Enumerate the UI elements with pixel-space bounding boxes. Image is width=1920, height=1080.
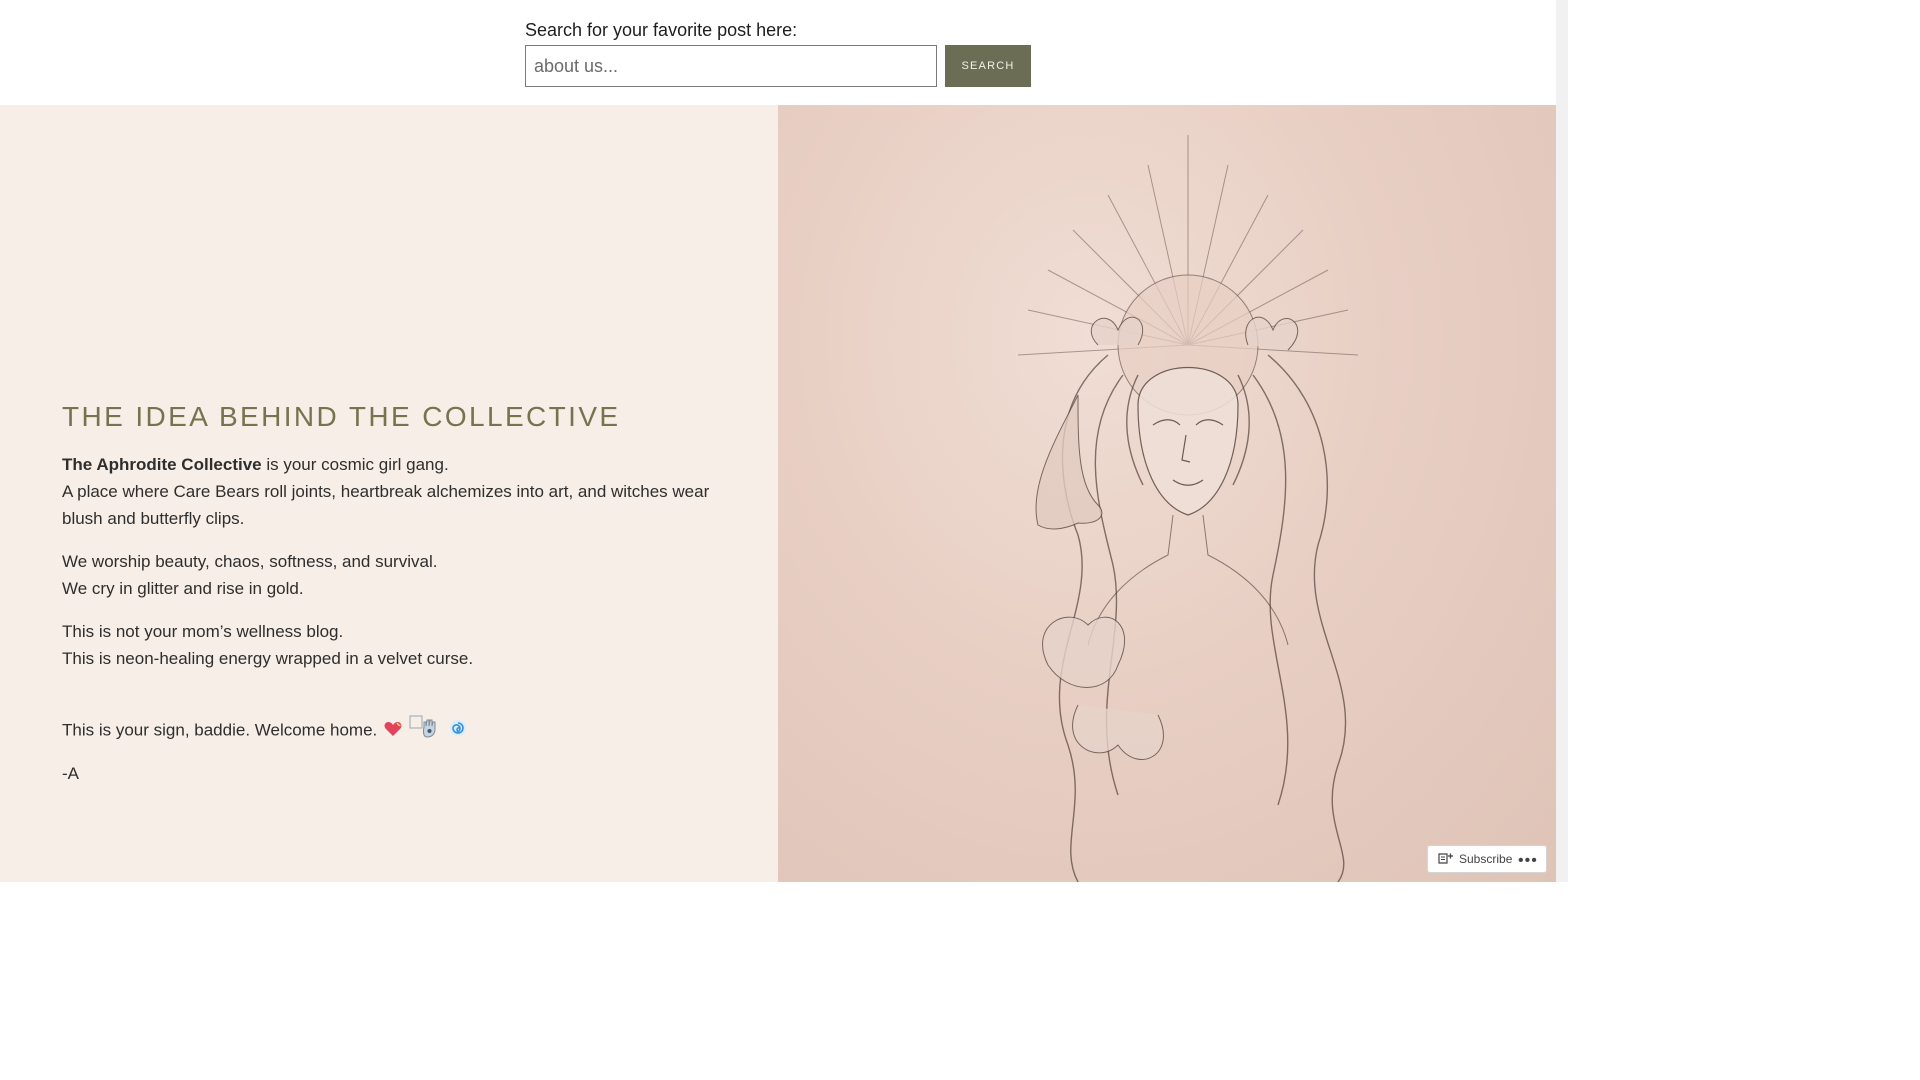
goddess-illustration	[778, 105, 1556, 882]
collective-name: The Aphrodite Collective	[62, 455, 262, 474]
not-wellness-line-1: This is not your mom’s wellness blog.	[62, 622, 344, 641]
search-button[interactable]: SEARCH	[945, 45, 1031, 87]
swirl-icon	[449, 718, 467, 745]
heart-icon	[384, 718, 402, 745]
welcome-line: This is your sign, baddie. Welcome home.	[62, 720, 378, 740]
header-search-bar: Search for your favorite post here: SEAR…	[0, 0, 1556, 105]
search-input[interactable]	[525, 45, 937, 87]
intro-paragraph: The Aphrodite Collective is your cosmic …	[62, 451, 712, 532]
page-title: THE IDEA BEHIND THE COLLECTIVE	[62, 401, 621, 432]
page-scrollbar[interactable]	[1556, 0, 1568, 882]
welcome-paragraph: This is your sign, baddie. Welcome home.	[62, 715, 712, 747]
not-wellness-paragraph: This is not your mom’s wellness blog. Th…	[62, 618, 712, 672]
hamsa-icon	[409, 715, 443, 747]
intro-rest: is your cosmic girl gang.	[261, 455, 449, 474]
intro-line-2: A place where Care Bears roll joints, he…	[62, 482, 710, 528]
subscribe-icon	[1438, 852, 1454, 866]
about-text-panel: THE IDEA BEHIND THE COLLECTIVE The Aphro…	[0, 105, 778, 882]
not-wellness-line-2: This is neon-healing energy wrapped in a…	[62, 649, 474, 668]
worship-line-2: We cry in glitter and rise in gold.	[62, 579, 304, 598]
signoff: -A	[62, 764, 79, 783]
worship-line-1: We worship beauty, chaos, softness, and …	[62, 552, 438, 571]
goddess-illustration-art	[1017, 135, 1359, 882]
about-section: THE IDEA BEHIND THE COLLECTIVE The Aphro…	[0, 105, 1556, 882]
search-label: Search for your favorite post here:	[525, 20, 798, 40]
dove	[1035, 394, 1103, 530]
subscribe-label: Subscribe	[1459, 852, 1513, 866]
face	[1137, 367, 1239, 516]
worship-paragraph: We worship beauty, chaos, softness, and …	[62, 548, 712, 602]
more-options-icon[interactable]: •••	[1518, 852, 1538, 870]
